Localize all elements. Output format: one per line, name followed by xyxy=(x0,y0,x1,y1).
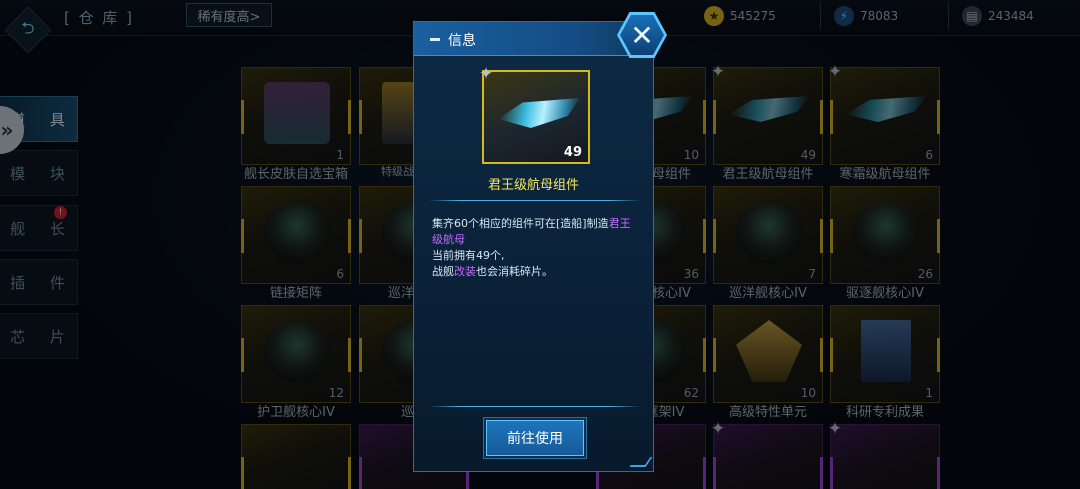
carrier-ship-icon xyxy=(498,98,580,128)
close-button[interactable]: ✕ xyxy=(617,12,667,58)
desc-highlight: 改装 xyxy=(454,265,476,278)
minus-icon xyxy=(430,38,440,41)
item-description: 集齐60个相应的组件可在[造船]制造君王级航母 当前拥有49个, 战舰改装也会消… xyxy=(432,216,640,280)
divider xyxy=(428,200,641,201)
dialog-title: 信息 xyxy=(448,33,476,49)
desc-text: 当前拥有49个, xyxy=(432,249,505,262)
info-dialog: 信息 ✦ 49 君王级航母组件 集齐60个相应的组件可在[造船]制造君王级航母 … xyxy=(413,21,654,472)
corner-decoration xyxy=(629,457,653,467)
divider xyxy=(428,406,641,407)
item-count: 49 xyxy=(563,145,582,160)
desc-text: 也会消耗碎片。 xyxy=(476,265,553,278)
puzzle-piece-icon: ✦ xyxy=(478,64,494,84)
desc-text: 战舰 xyxy=(432,265,454,278)
desc-text: 集齐60个相应的组件可在[造船]制造 xyxy=(432,217,609,230)
item-preview: ✦ 49 xyxy=(479,64,590,164)
item-name: 君王级航母组件 xyxy=(487,178,579,193)
go-use-button[interactable]: 前往使用 xyxy=(486,420,584,456)
